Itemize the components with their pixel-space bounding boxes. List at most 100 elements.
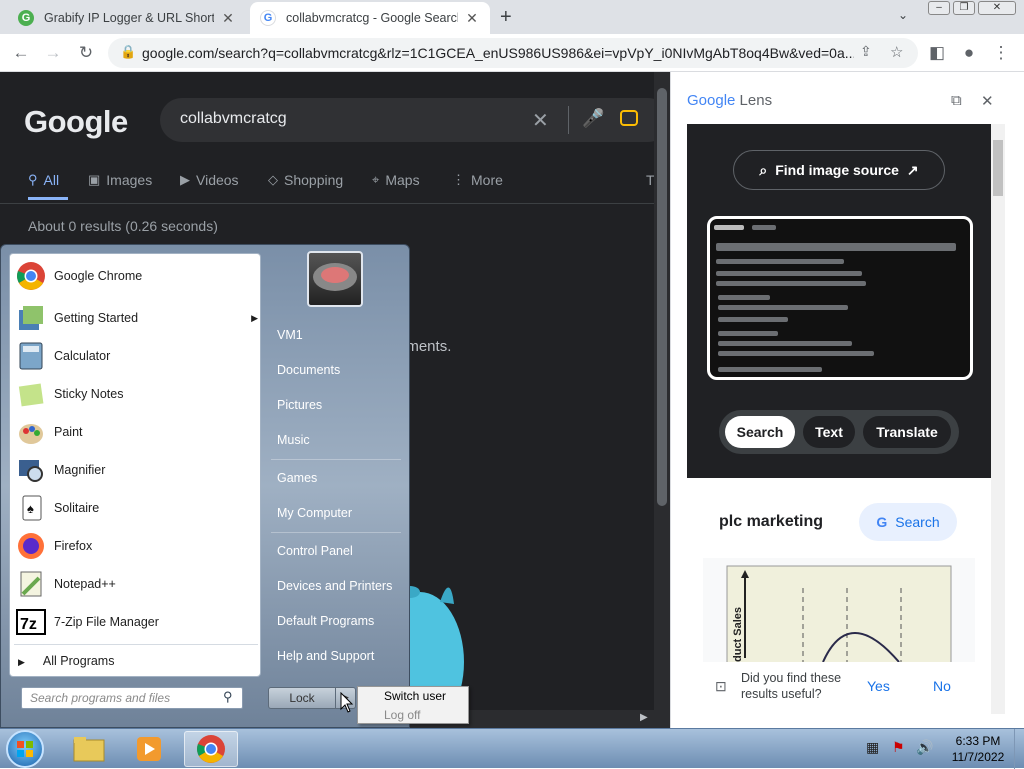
tab-maps[interactable]: ⌖ Maps bbox=[372, 172, 420, 188]
program-calculator[interactable]: Calculator bbox=[14, 338, 258, 374]
search-query[interactable]: collabvmcratcg bbox=[180, 110, 287, 128]
active-tab-indicator bbox=[28, 197, 68, 200]
forward-icon[interactable]: → bbox=[42, 42, 64, 64]
camera-icon[interactable] bbox=[620, 110, 638, 126]
url-text[interactable]: google.com/search?q=collabvmcratcg&rlz=1… bbox=[142, 45, 854, 61]
new-tab-button[interactable]: + bbox=[500, 6, 512, 29]
taskbar-clock[interactable]: 6:33 PM 11/7/2022 bbox=[946, 733, 1010, 765]
mic-icon[interactable]: 🎤 bbox=[582, 108, 604, 129]
close-icon[interactable]: ✕ bbox=[464, 10, 480, 27]
minimize-button[interactable]: – bbox=[928, 1, 950, 15]
power-options-menu: Switch user Log off bbox=[357, 686, 469, 724]
tools-partial[interactable]: T bbox=[646, 172, 654, 188]
taskbar-media-player[interactable] bbox=[122, 731, 176, 767]
reload-icon[interactable]: ↻ bbox=[75, 42, 97, 64]
volume-icon[interactable]: 🔊 bbox=[916, 739, 933, 756]
tab-images[interactable]: ▣ Images bbox=[88, 172, 152, 188]
start-menu-programs: Google Chrome Getting Started ▶ Calculat… bbox=[9, 253, 261, 677]
program-magnifier[interactable]: Magnifier bbox=[14, 452, 258, 488]
mode-search[interactable]: Search bbox=[725, 416, 795, 448]
share-icon[interactable]: ⇪ bbox=[860, 43, 872, 60]
taskbar-chrome[interactable] bbox=[184, 731, 238, 767]
program-sticky-notes[interactable]: Sticky Notes bbox=[14, 376, 258, 412]
tab-videos[interactable]: ▶ Videos bbox=[180, 172, 239, 188]
start-item-control-panel[interactable]: Control Panel bbox=[277, 544, 353, 558]
start-item-devices-printers[interactable]: Devices and Printers bbox=[277, 579, 392, 593]
tab-all[interactable]: ⚲ All bbox=[28, 172, 59, 188]
grabify-icon: G bbox=[18, 10, 34, 26]
mode-text[interactable]: Text bbox=[803, 416, 855, 448]
lock-icon: 🔒 bbox=[120, 44, 137, 59]
program-7zip[interactable]: 7z 7-Zip File Manager bbox=[14, 604, 258, 640]
start-item-pictures[interactable]: Pictures bbox=[277, 398, 322, 412]
google-icon: G bbox=[260, 10, 276, 26]
start-item-help-support[interactable]: Help and Support bbox=[277, 649, 374, 663]
network-icon[interactable]: ▦ bbox=[866, 739, 879, 756]
result-title[interactable]: plc marketing bbox=[719, 513, 823, 531]
profile-icon[interactable]: ● bbox=[958, 42, 980, 64]
find-image-source-button[interactable]: ⌕ Find image source ↗ bbox=[733, 150, 945, 190]
7zip-icon: 7z bbox=[14, 606, 48, 638]
result-image[interactable]: duct Sales bbox=[703, 558, 975, 662]
tab-title: collabvmcratcg - Google Search bbox=[286, 11, 458, 25]
start-item-default-programs[interactable]: Default Programs bbox=[277, 614, 374, 628]
program-paint[interactable]: Paint bbox=[14, 414, 258, 450]
feedback-question: Did you find these results useful? bbox=[741, 671, 842, 701]
clock-date: 11/7/2022 bbox=[951, 750, 1005, 764]
lens-scrollbar[interactable] bbox=[991, 124, 1005, 714]
back-icon[interactable]: ← bbox=[10, 42, 32, 64]
menu-icon[interactable]: ⋮ bbox=[990, 42, 1012, 64]
log-off-item[interactable]: Log off bbox=[384, 708, 420, 722]
start-button[interactable] bbox=[6, 730, 44, 768]
scroll-right-icon[interactable]: ▶ bbox=[640, 712, 648, 723]
divider bbox=[568, 106, 569, 134]
program-google-chrome[interactable]: Google Chrome bbox=[14, 258, 258, 294]
mode-translate[interactable]: Translate bbox=[863, 416, 951, 448]
tab-google-search[interactable]: G collabvmcratcg - Google Search ✕ bbox=[250, 2, 490, 34]
sales-curve-graphic: duct Sales bbox=[726, 565, 952, 662]
feedback-yes-button[interactable]: Yes bbox=[867, 678, 890, 694]
search-icon[interactable]: ⚲ bbox=[223, 689, 233, 705]
side-panel-icon[interactable]: ◧ bbox=[926, 42, 948, 64]
scrollbar-thumb[interactable] bbox=[993, 140, 1003, 196]
user-avatar[interactable] bbox=[307, 251, 363, 307]
submenu-arrow-icon: ▶ bbox=[251, 312, 258, 323]
program-solitaire[interactable]: ♠ Solitaire bbox=[14, 490, 258, 526]
lens-search-icon: ⌕ bbox=[759, 161, 768, 178]
all-programs-button[interactable]: ▶ All Programs bbox=[18, 654, 114, 668]
feedback-no-button[interactable]: No bbox=[933, 678, 951, 694]
close-icon[interactable]: ✕ bbox=[981, 92, 994, 110]
start-item-games[interactable]: Games bbox=[277, 471, 317, 485]
address-bar[interactable]: 🔒 google.com/search?q=collabvmcratcg&rlz… bbox=[108, 38, 918, 68]
screenshot-thumbnail[interactable] bbox=[707, 216, 973, 380]
results-scrollbar[interactable] bbox=[654, 72, 670, 728]
start-search-input[interactable]: Search programs and files bbox=[21, 687, 243, 709]
close-icon[interactable]: ✕ bbox=[220, 10, 236, 27]
start-item-my-computer[interactable]: My Computer bbox=[277, 506, 352, 520]
start-item-vm1[interactable]: VM1 bbox=[277, 328, 303, 342]
tab-more[interactable]: ⋮ More bbox=[452, 172, 503, 188]
close-window-button[interactable]: ✕ bbox=[978, 1, 1016, 15]
google-logo[interactable]: Google bbox=[24, 104, 128, 140]
lock-button[interactable]: Lock bbox=[268, 687, 336, 709]
open-new-tab-icon[interactable]: ⧉ bbox=[951, 92, 962, 109]
tab-search-icon[interactable]: ⌄ bbox=[898, 8, 908, 22]
taskbar-explorer[interactable] bbox=[62, 731, 116, 767]
result-search-button[interactable]: G Search bbox=[859, 503, 957, 541]
start-item-documents[interactable]: Documents bbox=[277, 363, 340, 377]
switch-user-item[interactable]: Switch user bbox=[384, 689, 446, 703]
google-search-box[interactable]: collabvmcratcg ✕ 🎤 bbox=[160, 98, 654, 142]
notepadpp-icon bbox=[14, 568, 48, 600]
program-firefox[interactable]: Firefox bbox=[14, 528, 258, 564]
program-notepadpp[interactable]: Notepad++ bbox=[14, 566, 258, 602]
tab-grabify[interactable]: G Grabify IP Logger & URL Shortener ✕ bbox=[8, 2, 246, 34]
start-item-music[interactable]: Music bbox=[277, 433, 310, 447]
scrollbar-thumb[interactable] bbox=[657, 88, 667, 506]
star-icon[interactable]: ☆ bbox=[890, 43, 903, 61]
show-desktop-button[interactable] bbox=[1014, 729, 1024, 769]
clear-icon[interactable]: ✕ bbox=[532, 108, 549, 133]
tab-shopping[interactable]: ◇ Shopping bbox=[268, 172, 343, 188]
restore-button[interactable]: ❐ bbox=[953, 1, 975, 15]
action-center-icon[interactable]: ⚑ bbox=[892, 739, 905, 756]
program-getting-started[interactable]: Getting Started ▶ bbox=[14, 300, 258, 336]
